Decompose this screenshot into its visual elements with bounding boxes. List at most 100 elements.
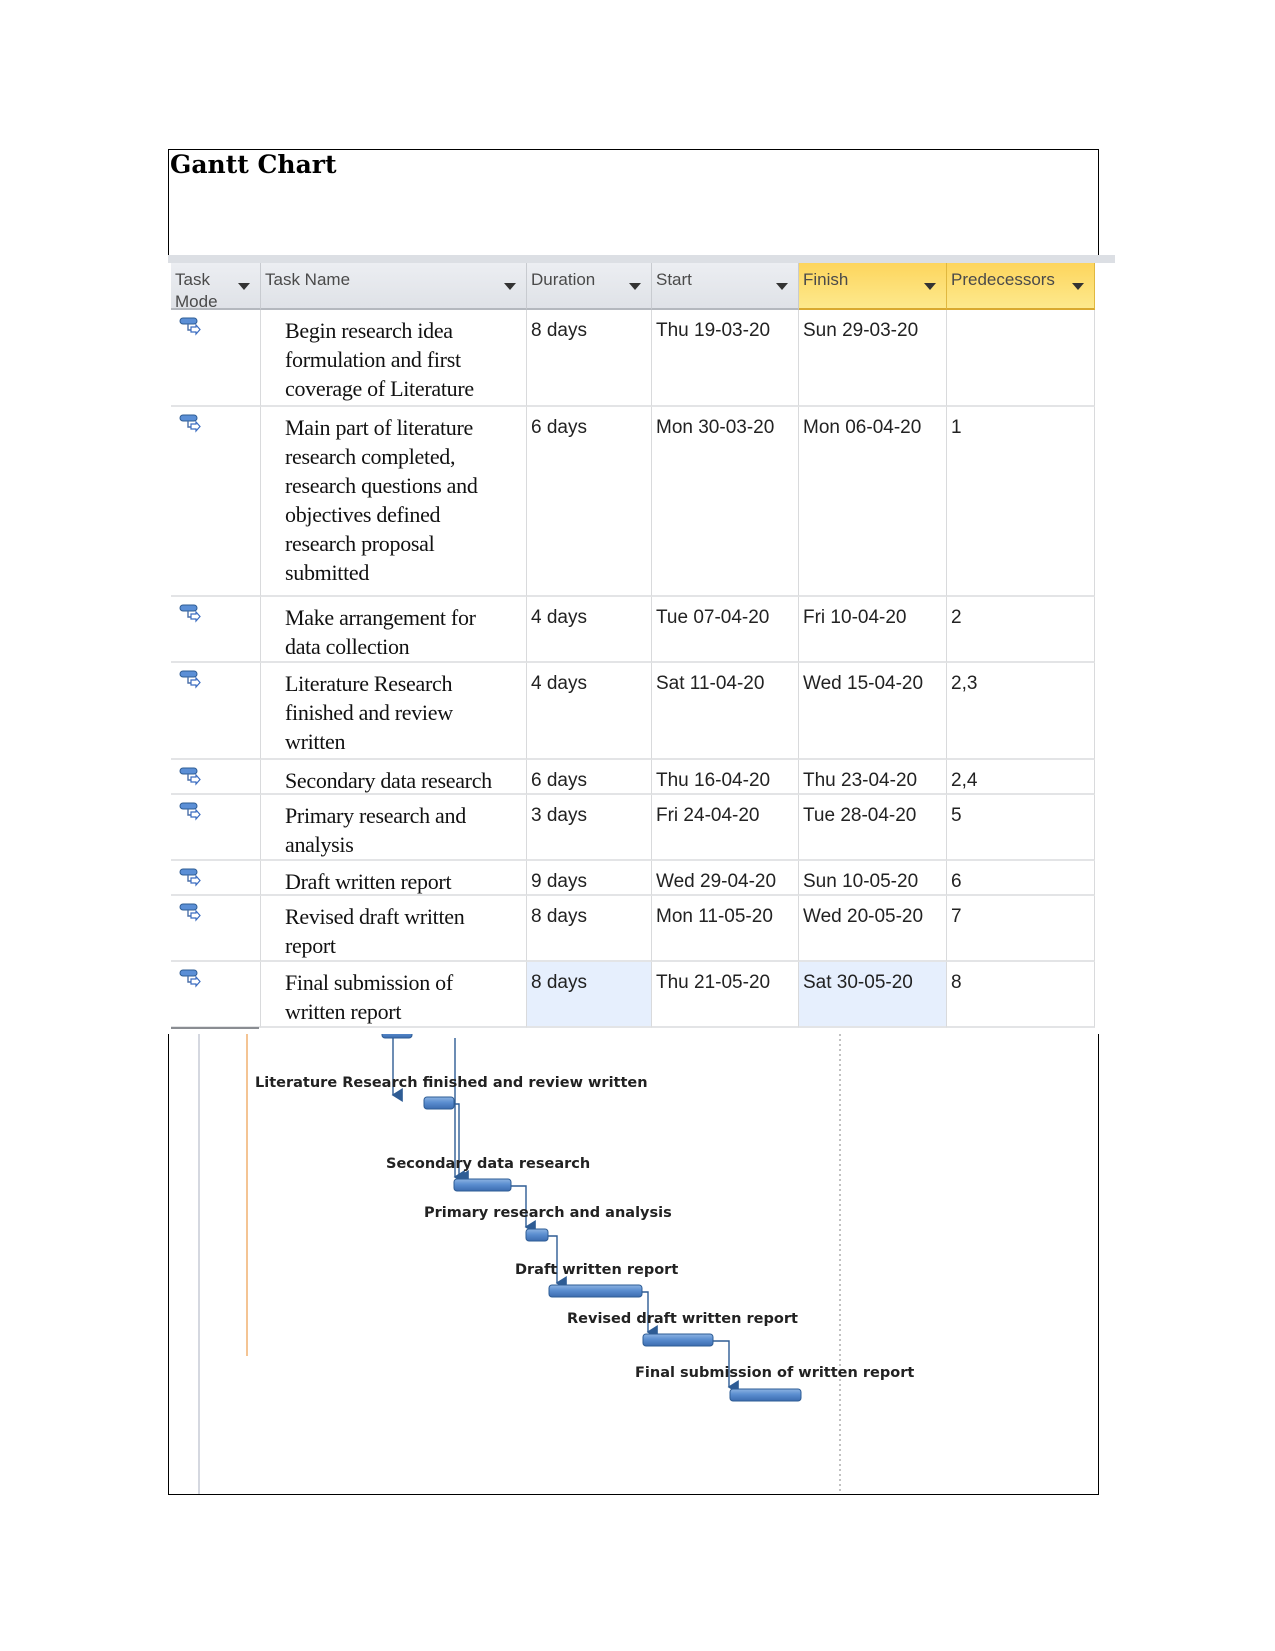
cell-name[interactable]: Final submission of written report [261, 962, 527, 1028]
cell-finish[interactable]: Tue 28-04-20 [799, 795, 947, 861]
cell-start[interactable]: Mon 30-03-20 [652, 407, 799, 597]
cell-mode[interactable] [171, 663, 261, 760]
auto-scheduled-task-icon [179, 414, 201, 433]
task-name-line: finished and review [285, 700, 453, 725]
cell-predecessors[interactable]: 6 [947, 861, 1095, 896]
filter-dropdown-icon[interactable] [504, 283, 516, 290]
cell-duration[interactable]: 6 days [527, 407, 652, 597]
task-bar[interactable] [423, 1096, 455, 1110]
task-bar-3[interactable] [381, 1034, 413, 1039]
cell-mode[interactable] [171, 310, 261, 407]
cell-name[interactable]: Revised draft written report [261, 896, 527, 962]
start-value: Mon 11-05-20 [656, 906, 773, 927]
task-bar[interactable] [729, 1388, 802, 1402]
cell-predecessors[interactable]: 2 [947, 597, 1095, 663]
task-bar[interactable] [453, 1178, 512, 1192]
duration-value: 3 days [531, 805, 587, 826]
cell-duration[interactable]: 8 days [527, 962, 652, 1028]
cell-start[interactable]: Thu 19-03-20 [652, 310, 799, 407]
column-header-finish[interactable]: Finish [799, 263, 947, 310]
task-name-line: Draft written report [285, 869, 452, 894]
cell-finish[interactable]: Fri 10-04-20 [799, 597, 947, 663]
column-header-name[interactable]: Task Name [261, 263, 527, 310]
cell-start[interactable]: Fri 24-04-20 [652, 795, 799, 861]
cell-finish[interactable]: Wed 20-05-20 [799, 896, 947, 962]
cell-duration[interactable]: 8 days [527, 896, 652, 962]
task-bar-label: Secondary data research [386, 1156, 590, 1172]
filter-dropdown-icon[interactable] [1072, 283, 1084, 290]
cell-predecessors[interactable]: 7 [947, 896, 1095, 962]
duration-value: 8 days [531, 320, 587, 341]
cell-start[interactable]: Sat 11-04-20 [652, 663, 799, 760]
filter-dropdown-icon[interactable] [776, 283, 788, 290]
cell-mode[interactable] [171, 896, 261, 962]
cell-mode[interactable] [171, 861, 261, 896]
finish-value: Mon 06-04-20 [803, 417, 922, 438]
cell-name[interactable]: Primary research and analysis [261, 795, 527, 861]
cell-start[interactable]: Tue 07-04-20 [652, 597, 799, 663]
finish-value: Wed 20-05-20 [803, 906, 924, 927]
cell-predecessors[interactable]: 2,3 [947, 663, 1095, 760]
cell-predecessors[interactable]: 8 [947, 962, 1095, 1028]
task-bar[interactable] [525, 1228, 549, 1242]
cell-start[interactable]: Wed 29-04-20 [652, 861, 799, 896]
task-name-line: analysis [285, 832, 354, 857]
cell-finish[interactable]: Sun 29-03-20 [799, 310, 947, 407]
cell-finish[interactable]: Wed 15-04-20 [799, 663, 947, 760]
cell-predecessors[interactable]: 2,4 [947, 760, 1095, 795]
cell-duration[interactable]: 6 days [527, 760, 652, 795]
cell-finish[interactable]: Mon 06-04-20 [799, 407, 947, 597]
task-bar-label: Primary research and analysis [424, 1205, 672, 1221]
cell-predecessors[interactable]: 1 [947, 407, 1095, 597]
start-value: Thu 16-04-20 [656, 770, 771, 791]
start-value: Fri 24-04-20 [656, 805, 760, 826]
finish-value: Sat 30-05-20 [803, 972, 913, 993]
cell-mode[interactable] [171, 962, 261, 1028]
filter-dropdown-icon[interactable] [238, 283, 250, 290]
cell-predecessors[interactable] [947, 310, 1095, 407]
column-header-start[interactable]: Start [652, 263, 799, 310]
task-bar-label: Draft written report [515, 1262, 678, 1278]
task-name-line: Main part of literature [285, 415, 473, 440]
auto-scheduled-task-icon [179, 969, 201, 988]
task-name-line: Final submission of [285, 970, 453, 995]
column-header-duration[interactable]: Duration [527, 263, 652, 310]
cell-duration[interactable]: 8 days [527, 310, 652, 407]
cell-name[interactable]: Main part of literature research complete… [261, 407, 527, 597]
cell-mode[interactable] [171, 597, 261, 663]
predecessors-value: 8 [951, 972, 962, 993]
task-bar[interactable] [642, 1333, 714, 1347]
cell-finish[interactable]: Sun 10-05-20 [799, 861, 947, 896]
finish-value: Tue 28-04-20 [803, 805, 917, 826]
cell-duration[interactable]: 4 days [527, 597, 652, 663]
cell-start[interactable]: Thu 21-05-20 [652, 962, 799, 1028]
start-value: Tue 07-04-20 [656, 607, 770, 628]
cell-name[interactable]: Draft written report [261, 861, 527, 896]
row-divider [171, 1027, 259, 1029]
cell-name[interactable]: Begin research idea formulation and first… [261, 310, 527, 407]
predecessors-value: 2 [951, 607, 962, 628]
task-bar-label: Final submission of written report [635, 1365, 914, 1381]
cell-mode[interactable] [171, 407, 261, 597]
cell-duration[interactable]: 4 days [527, 663, 652, 760]
filter-dropdown-icon[interactable] [924, 283, 936, 290]
filter-dropdown-icon[interactable] [629, 283, 641, 290]
cell-mode[interactable] [171, 760, 261, 795]
cell-duration[interactable]: 9 days [527, 861, 652, 896]
cell-finish[interactable]: Sat 30-05-20 [799, 962, 947, 1028]
cell-duration[interactable]: 3 days [527, 795, 652, 861]
cell-mode[interactable] [171, 795, 261, 861]
column-header-label: Start [656, 270, 692, 289]
cell-start[interactable]: Thu 16-04-20 [652, 760, 799, 795]
cell-predecessors[interactable]: 5 [947, 795, 1095, 861]
auto-scheduled-task-icon [179, 670, 201, 689]
cell-start[interactable]: Mon 11-05-20 [652, 896, 799, 962]
column-header-mode[interactable]: Task Mode [171, 263, 261, 311]
cell-finish[interactable]: Thu 23-04-20 [799, 760, 947, 795]
column-header-predecessors[interactable]: Predecessors [947, 263, 1095, 310]
cell-name[interactable]: Literature Research finished and review wr… [261, 663, 527, 760]
cell-name[interactable]: Secondary data research [261, 760, 527, 795]
task-bar[interactable] [548, 1284, 643, 1298]
duration-value: 8 days [531, 906, 587, 927]
cell-name[interactable]: Make arrangement for data collection [261, 597, 527, 663]
